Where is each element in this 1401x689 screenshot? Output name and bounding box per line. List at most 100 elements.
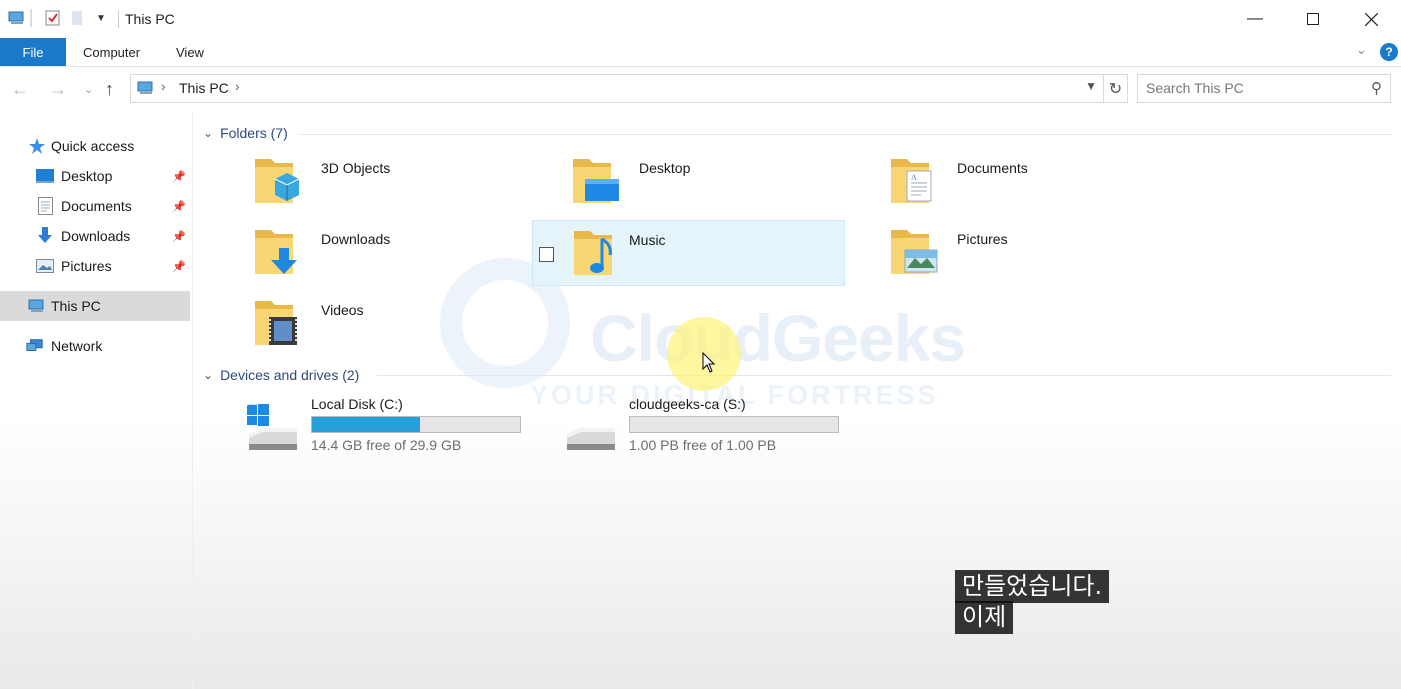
drive-usage-bar (629, 416, 839, 433)
navigation-pane: Quick access Desktop 📌 Documents 📌 Downl… (0, 111, 193, 689)
folder-label: Music (629, 232, 666, 248)
new-folder-icon[interactable] (68, 9, 86, 27)
desktop-icon (36, 167, 54, 185)
group-divider (377, 375, 1391, 376)
folder-label: Videos (321, 302, 364, 318)
folders-group-header[interactable]: ⌄ Folders (7) (203, 125, 288, 141)
folders-group-label: Folders (7) (220, 125, 288, 141)
sidebar-item-quick-access[interactable]: Quick access (0, 131, 190, 161)
drive-free-space: 14.4 GB free of 29.9 GB (311, 437, 462, 453)
sidebar-item-label: Pictures (61, 258, 112, 274)
address-bar[interactable]: › This PC › ▼ (130, 74, 1104, 103)
help-button[interactable]: ? (1380, 43, 1398, 61)
desktop-folder-icon (573, 159, 619, 203)
drive-usage-fill (312, 417, 421, 432)
search-box[interactable]: ⚲ (1137, 74, 1391, 103)
sidebar-item-label: Desktop (61, 168, 113, 184)
back-arrow-icon[interactable]: ← (11, 79, 29, 100)
pin-icon[interactable]: 📌 (172, 230, 186, 243)
folder-desktop[interactable]: Desktop (553, 149, 865, 215)
folder-music[interactable]: Music (532, 220, 845, 286)
folder-downloads[interactable]: Downloads (235, 220, 547, 286)
refresh-button[interactable]: ↻ (1103, 74, 1128, 103)
select-checkbox[interactable] (539, 247, 554, 262)
pin-icon[interactable]: 📌 (172, 260, 186, 273)
downloads-folder-icon (255, 230, 297, 274)
sidebar-item-label: Downloads (61, 228, 131, 244)
drives-group-header[interactable]: ⌄ Devices and drives (2) (203, 367, 359, 383)
3d-objects-folder-icon (255, 159, 300, 203)
maximize-button[interactable] (1284, 0, 1342, 38)
ribbon: File Computer View ⌄ ? (0, 38, 1401, 67)
sidebar-item-label: This PC (51, 298, 101, 314)
collapse-chevron-icon[interactable]: ⌄ (203, 368, 213, 382)
folder-documents[interactable]: A Documents (871, 149, 1183, 215)
documents-icon (36, 197, 54, 215)
sidebar-item-network[interactable]: Network (0, 331, 190, 361)
drive-icon (567, 428, 615, 450)
mouse-cursor-icon (702, 352, 716, 373)
this-pc-icon (137, 80, 155, 99)
drive-cloudgeeks-s[interactable]: cloudgeeks-ca (S:) 1.00 PB free of 1.00 … (563, 396, 863, 462)
close-button[interactable] (1342, 0, 1400, 38)
pin-icon[interactable]: 📌 (172, 170, 186, 183)
breadcrumb-chevron-icon[interactable]: › (235, 78, 240, 94)
breadcrumb-this-pc[interactable]: This PC (179, 80, 229, 96)
sidebar-item-this-pc[interactable]: This PC (0, 291, 190, 321)
sidebar-item-label: Documents (61, 198, 132, 214)
collapse-chevron-icon[interactable]: ⌄ (203, 126, 213, 140)
sidebar-item-desktop[interactable]: Desktop 📌 (0, 161, 190, 191)
folder-label: Desktop (639, 160, 691, 176)
folder-3d-objects[interactable]: 3D Objects (235, 149, 547, 215)
sidebar-item-downloads[interactable]: Downloads 📌 (0, 221, 190, 251)
subtitle-line-2: 이제 (955, 601, 1014, 634)
properties-icon[interactable] (44, 9, 62, 27)
folder-pictures[interactable]: Pictures (871, 220, 1183, 286)
music-folder-icon (574, 231, 612, 275)
subtitle-line-1: 만들었습니다. (955, 570, 1110, 603)
drive-free-space: 1.00 PB free of 1.00 PB (629, 437, 777, 453)
documents-folder-icon: A (891, 159, 932, 203)
sidebar-item-documents[interactable]: Documents 📌 (0, 191, 190, 221)
breadcrumb-chevron-icon[interactable]: › (161, 78, 166, 94)
videos-folder-icon (255, 301, 297, 345)
pictures-icon (36, 257, 54, 275)
maximize-icon (1307, 13, 1319, 25)
tab-file[interactable]: File (0, 38, 66, 66)
folder-label: 3D Objects (321, 160, 391, 176)
expand-ribbon-chevron-icon[interactable]: ⌄ (1356, 42, 1367, 58)
recent-locations-chevron-icon[interactable]: ⌄ (84, 83, 93, 96)
drives-group-label: Devices and drives (2) (220, 367, 360, 383)
tab-view[interactable]: View (176, 45, 204, 60)
tab-computer[interactable]: Computer (83, 45, 140, 60)
sidebar-item-pictures[interactable]: Pictures 📌 (0, 251, 190, 281)
customize-qat-chevron-icon[interactable]: ▼ (92, 9, 110, 27)
navigation-bar: ← → ⌄ ↑ › This PC › ▼ ↻ ⚲ (0, 67, 1401, 111)
folder-videos[interactable]: Videos (235, 291, 547, 357)
search-input[interactable] (1146, 80, 1356, 96)
star-icon (28, 137, 46, 155)
this-pc-icon (8, 9, 26, 27)
downloads-icon (36, 227, 54, 245)
group-divider (299, 134, 1391, 135)
content-pane: ⌄ Folders (7) 3D Objects Desktop A Docum… (193, 111, 1401, 689)
folder-label: Pictures (957, 231, 1008, 247)
computer-icon (28, 297, 46, 315)
forward-arrow-icon[interactable]: → (49, 79, 67, 100)
qat-divider (30, 9, 32, 27)
drive-name: cloudgeeks-ca (S:) (629, 396, 746, 412)
search-icon[interactable]: ⚲ (1371, 79, 1382, 97)
folder-label: Downloads (321, 231, 391, 247)
title-bar: ▼ This PC — (0, 0, 1401, 38)
drive-name: Local Disk (C:) (311, 396, 403, 412)
close-icon (1364, 12, 1378, 26)
window-title: This PC (125, 11, 175, 27)
pin-icon[interactable]: 📌 (172, 200, 186, 213)
minimize-button[interactable]: — (1226, 0, 1284, 38)
up-arrow-icon[interactable]: ↑ (105, 79, 114, 100)
sidebar-item-label: Quick access (51, 138, 135, 154)
folder-label: Documents (957, 160, 1028, 176)
drive-local-disk-c[interactable]: Local Disk (C:) 14.4 GB free of 29.9 GB (245, 396, 545, 462)
address-dropdown-chevron-icon[interactable]: ▼ (1085, 79, 1097, 93)
refresh-icon: ↻ (1108, 80, 1123, 98)
